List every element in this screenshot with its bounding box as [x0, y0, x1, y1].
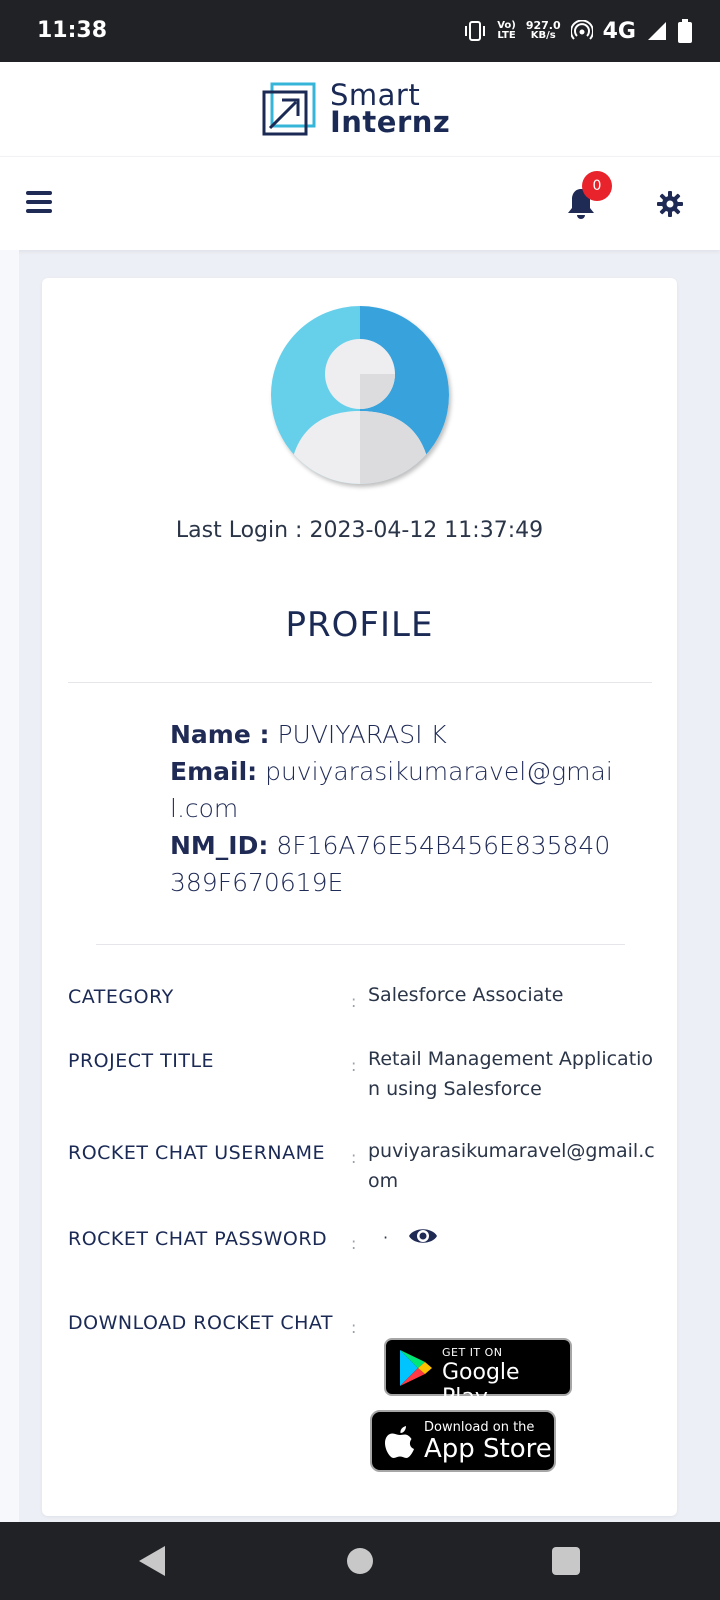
signal-icon [648, 22, 666, 40]
top-nav [0, 156, 720, 250]
rocket-chat-username-label: ROCKET CHAT USERNAME [68, 1142, 326, 1164]
google-play-button[interactable]: GET IT ON Google Play [384, 1338, 572, 1410]
divider [68, 682, 652, 683]
app-store-small-text: Download on the [424, 1420, 535, 1435]
name-value: PUVIYARASI K [277, 720, 447, 749]
download-rocket-chat-label: DOWNLOAD ROCKET CHAT [68, 1312, 333, 1334]
separator: : [351, 992, 357, 1011]
name-line: Name : PUVIYARASI K [170, 716, 620, 753]
project-title-value: Retail Management Application using Sale… [368, 1048, 654, 1100]
brand-header: Smart Internz [0, 62, 720, 156]
notification-badge: 0 [582, 171, 612, 201]
nmid-line: NM_ID: 8F16A76E54B456E835840389F670619E [170, 827, 620, 901]
sidebar-edge [0, 250, 19, 1522]
logo-line-internz: Internz [330, 105, 451, 139]
category-value: Salesforce Associate [368, 984, 564, 1006]
google-play-small-text: GET IT ON [442, 1346, 503, 1359]
user-avatar-icon [271, 306, 449, 484]
last-login: Last Login : 2023-04-12 11:37:49 [42, 518, 677, 543]
app-store-button[interactable]: Download on the App Store [370, 1410, 556, 1472]
speed-unit: KB/s [530, 30, 556, 41]
hotspot-icon [570, 20, 593, 40]
profile-title: PROFILE [285, 605, 434, 645]
profile-card: Last Login : 2023-04-12 11:37:49 PROFILE… [42, 278, 677, 1516]
vibrate-icon [465, 21, 486, 41]
separator: : [351, 1234, 357, 1253]
name-label: Name : [170, 720, 270, 749]
network-type: 4G [602, 18, 636, 44]
app-store-big-text: App Store [424, 1434, 552, 1464]
google-play-icon [400, 1350, 432, 1386]
status-time: 11:38 [37, 18, 108, 43]
system-nav-bar [0, 1522, 720, 1600]
speed-indicator: 927.0 KB/s [526, 20, 561, 41]
email-label: Email: [170, 757, 258, 786]
status-icons: Vo) LTE 927.0 KB/s 4G [463, 14, 692, 48]
avatar [271, 306, 449, 484]
recents-icon[interactable] [552, 1547, 580, 1575]
smart-internz-logo[interactable]: Smart Internz [262, 81, 451, 139]
email-line: Email: puviyarasikumaravel@gmail.com [170, 753, 620, 827]
volte-indicator: Vo) LTE [497, 21, 516, 41]
rocket-chat-username-value: puviyarasikumaravel@gmail.com [368, 1140, 655, 1192]
password-masked: · [383, 1228, 389, 1247]
hamburger-icon[interactable] [26, 191, 52, 213]
home-icon[interactable] [347, 1548, 373, 1574]
eye-icon[interactable] [408, 1224, 438, 1248]
rocket-chat-password-label: ROCKET CHAT PASSWORD [68, 1228, 328, 1250]
status-bar: 11:38 Vo) LTE 927.0 KB/s 4G [0, 0, 720, 62]
logo-mark-icon [262, 82, 316, 136]
last-login-label: Last Login : [175, 518, 303, 543]
divider [96, 944, 625, 945]
volte-bottom: LTE [497, 30, 516, 41]
logo-text: Smart Internz [330, 81, 451, 139]
separator: : [351, 1056, 357, 1075]
project-title-label: PROJECT TITLE [68, 1050, 215, 1072]
separator: : [351, 1148, 357, 1167]
last-login-value: 2023-04-12 11:37:49 [309, 518, 544, 543]
separator: : [351, 1318, 357, 1337]
category-label: CATEGORY [68, 986, 174, 1008]
apple-icon [385, 1426, 414, 1458]
nmid-label: NM_ID: [170, 831, 269, 860]
google-play-big-text: Google Play [442, 1360, 520, 1410]
back-icon[interactable] [137, 1544, 167, 1578]
identity-block: Name : PUVIYARASI K Email: puviyarasikum… [170, 716, 620, 901]
battery-icon [678, 19, 692, 43]
gear-icon[interactable] [657, 191, 683, 217]
